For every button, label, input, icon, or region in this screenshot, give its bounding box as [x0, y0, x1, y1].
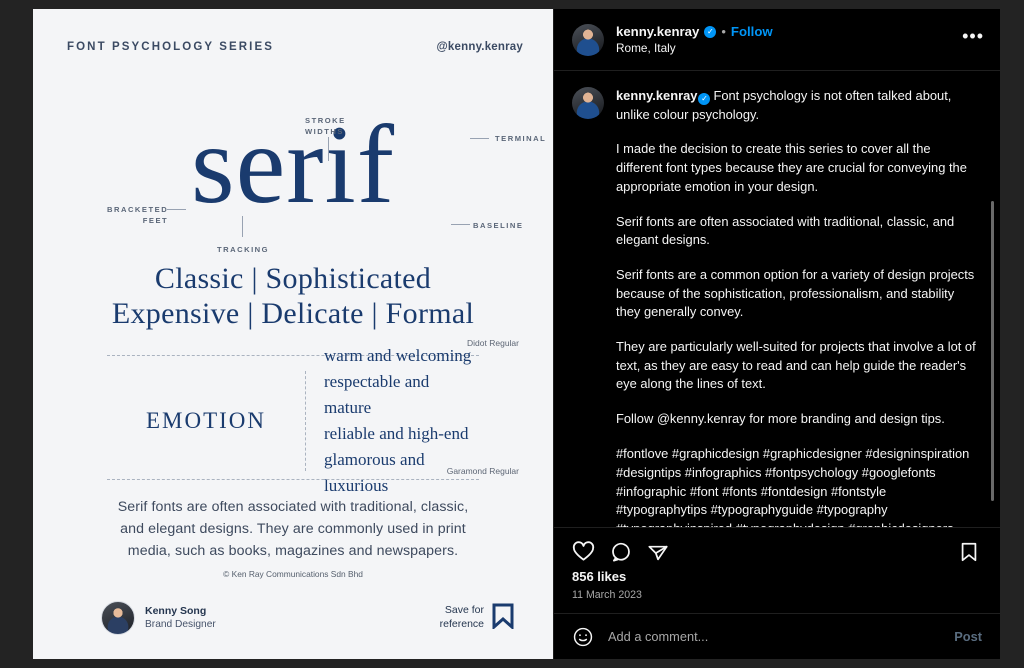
verified-badge-icon: ✓	[704, 25, 717, 38]
emotion-section: EMOTION warm and welcoming respectable a…	[107, 346, 479, 495]
author-role: Brand Designer	[145, 619, 216, 631]
leader-line-terminal	[470, 138, 489, 139]
header-avatar[interactable]	[572, 23, 604, 56]
adjectives-line-1: Classic | Sophisticated	[154, 262, 432, 295]
post-header: kenny.kenray ✓ • Follow Rome, Italy •••	[554, 9, 1000, 71]
callout-bracketed-feet: BRACKETED FEET	[107, 205, 169, 225]
creative-handle: @kenny.kenray	[436, 41, 523, 53]
emotion-heading: EMOTION	[145, 408, 267, 433]
likes-count[interactable]: 856 likes	[572, 569, 982, 584]
post-action-bar	[554, 527, 1000, 567]
action-icons-left	[572, 540, 669, 563]
author-block: Kenny Song Brand Designer	[101, 601, 216, 635]
caption-avatar[interactable]	[572, 87, 604, 119]
adjectives-line-2: Expensive | Delicate | Formal	[111, 296, 475, 330]
series-kicker: FONT PSYCHOLOGY SERIES	[67, 41, 275, 53]
caption-scroll-region[interactable]: kenny.kenray ✓ Font psychology is not ofte…	[554, 71, 1000, 527]
header-separator: •	[721, 24, 726, 39]
caption-body: kenny.kenray ✓ Font psychology is not ofte…	[616, 87, 976, 527]
header-name-row: kenny.kenray ✓ • Follow	[616, 24, 950, 39]
caption-scrollbar-thumb[interactable]	[991, 201, 994, 501]
hero-specimen: serif STROKE WIDTHS TERMINAL BRACKETED F…	[33, 95, 553, 255]
author-name: Kenny Song	[145, 605, 207, 618]
caption-scrollbar-track[interactable]	[991, 77, 997, 523]
comment-bubble-icon[interactable]	[610, 541, 632, 563]
author-avatar	[101, 601, 135, 635]
leader-line-baseline	[451, 224, 470, 225]
leader-line-stroke-widths	[328, 137, 329, 161]
caption-paragraph-4: Serif fonts are a common option for a va…	[616, 266, 975, 320]
action-icons-right	[958, 541, 980, 563]
post-comment-button[interactable]: Post	[954, 629, 982, 644]
header-username[interactable]: kenny.kenray	[616, 24, 699, 39]
leader-line-bracketed-feet	[167, 209, 186, 210]
caption-paragraph-3: Serif fonts are often associated with tr…	[616, 213, 955, 248]
share-paper-plane-icon[interactable]	[647, 541, 669, 563]
post-media-pane[interactable]: FONT PSYCHOLOGY SERIES @kenny.kenray ser…	[33, 9, 553, 659]
callout-baseline: BASELINE	[473, 221, 524, 230]
save-for-reference-label: Save for reference	[439, 604, 484, 630]
copyright-notice: © Ken Ray Communications Sdn Bhd	[223, 569, 363, 579]
bookmark-icon[interactable]	[958, 541, 980, 563]
caption-paragraph-5: They are particularly well-suited for pr…	[616, 339, 976, 392]
follow-button[interactable]: Follow	[731, 24, 773, 39]
caption-top-row: kenny.kenray ✓ Font psychology is not ofte…	[572, 87, 976, 527]
header-location[interactable]: Rome, Italy	[616, 41, 950, 55]
caption-first-line: kenny.kenray ✓ Font psychology is not ofte…	[616, 87, 976, 124]
caption-username[interactable]: kenny.kenray	[616, 88, 697, 103]
adjectives-block: Classic | Sophisticated Expensive | Deli…	[33, 262, 553, 332]
more-options-icon[interactable]: •••	[962, 27, 984, 48]
emoji-smiley-icon[interactable]	[572, 626, 594, 648]
caption-hashtags[interactable]: #fontlove #graphicdesign #graphicdesigne…	[616, 445, 976, 527]
callout-stroke-widths: STROKE WIDTHS	[305, 116, 346, 136]
caption-paragraph-6: Follow @kenny.kenray for more branding a…	[616, 411, 945, 427]
post-date: 11 March 2023	[572, 589, 642, 601]
divider-rule-bottom	[107, 479, 479, 480]
header-text-block: kenny.kenray ✓ • Follow Rome, Italy	[616, 24, 950, 55]
save-for-reference-cta: Save for reference	[440, 603, 515, 634]
creative-footer: Kenny Song Brand Designer Save for refer…	[101, 601, 515, 635]
add-comment-input[interactable]	[608, 629, 941, 644]
comment-bar: Post	[554, 613, 1000, 659]
emotion-vertical-divider	[305, 371, 307, 471]
instagram-post-modal: FONT PSYCHOLOGY SERIES @kenny.kenray ser…	[33, 9, 1000, 659]
caption-verified-badge-icon: ✓	[698, 93, 711, 105]
font-credit-garamond: Garamond Regular	[446, 466, 519, 476]
creative-summary: Serif fonts are often associated with tr…	[117, 499, 469, 560]
app-window: FONT PSYCHOLOGY SERIES @kenny.kenray ser…	[0, 0, 1024, 668]
heart-icon[interactable]	[572, 540, 595, 563]
callout-terminal: TERMINAL	[495, 134, 547, 143]
callout-tracking: TRACKING	[217, 245, 270, 254]
leader-line-tracking	[242, 216, 243, 237]
likes-section: 856 likes 11 March 2023	[554, 567, 1000, 601]
post-side-panel: kenny.kenray ✓ • Follow Rome, Italy ••• …	[553, 9, 1000, 659]
bookmark-outline-icon	[491, 603, 515, 634]
caption-paragraph-2: I made the decision to create this serie…	[616, 141, 967, 194]
creative-header-row: FONT PSYCHOLOGY SERIES @kenny.kenray	[67, 41, 523, 53]
